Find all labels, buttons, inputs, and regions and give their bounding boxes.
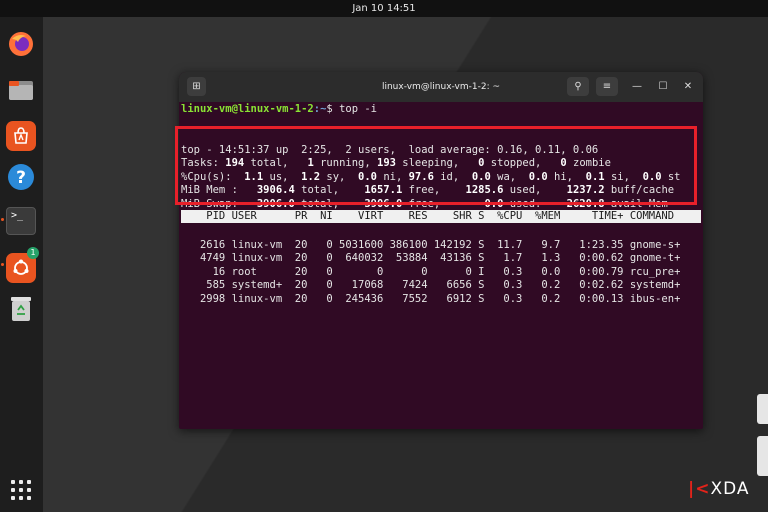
process-row: 4749 linux-vm 20 0 640032 53884 43136 S … (181, 252, 681, 264)
command-text: top -i (339, 103, 378, 115)
side-panel-edge (757, 394, 768, 424)
update-badge: 1 (27, 247, 39, 259)
minimize-icon: — (632, 81, 642, 92)
dock-firefox[interactable] (6, 29, 36, 59)
clock[interactable]: Jan 10 14:51 (352, 3, 415, 14)
window-title: linux-vm@linux-vm-1-2: ~ (381, 82, 501, 92)
dock-trash[interactable] (6, 293, 36, 323)
store-icon (14, 127, 28, 144)
dock-files[interactable] (6, 75, 36, 105)
hamburger-menu-icon: ≡ (602, 81, 612, 92)
process-row: 585 systemd+ 20 0 17068 7424 6656 S 0.3 … (181, 279, 681, 291)
cpu-line: %Cpu(s): 1.1 us, 1.2 sy, 0.0 ni, 97.6 id… (181, 170, 681, 183)
help-icon: ? (8, 164, 34, 190)
search-button[interactable]: ⚲ (567, 77, 589, 96)
tasks-line: Tasks: 194 total, 1 running, 193 sleepin… (181, 157, 611, 169)
swap-line: MiB Swap: 3906.0 total, 3906.0 free, 0.0… (181, 197, 668, 210)
process-row: 2998 linux-vm 20 0 245436 7552 6912 S 0.… (181, 292, 681, 305)
maximize-icon: ☐ (658, 81, 668, 92)
trash-icon (11, 297, 31, 321)
top-bar: Jan 10 14:51 (0, 0, 768, 17)
process-table-header: PID USER PR NI VIRT RES SHR S %CPU %MEM … (181, 210, 701, 223)
prompt-symbol: $ (326, 103, 340, 115)
menu-button[interactable]: ≡ (596, 77, 618, 96)
prompt-user: linux-vm@linux-vm-1-2 (181, 103, 314, 115)
uptime-line: top - 14:51:37 up 2:25, 2 users, load av… (181, 143, 599, 156)
mem-line: MiB Mem : 3906.4 total, 1657.1 free, 128… (181, 184, 675, 196)
process-row: 2616 linux-vm 20 0 5031600 386100 142192… (181, 238, 681, 251)
close-button[interactable]: ✕ (680, 79, 696, 95)
terminal-window[interactable]: ⊞ linux-vm@linux-vm-1-2: ~ ⚲ ≡ — ☐ ✕ lin… (179, 72, 703, 429)
updater-icon (13, 259, 29, 275)
terminal-header: ⊞ linux-vm@linux-vm-1-2: ~ ⚲ ≡ — ☐ ✕ (179, 72, 703, 102)
terminal-output[interactable]: linux-vm@linux-vm-1-2:~$ top -i top - 14… (181, 102, 703, 429)
maximize-button[interactable]: ☐ (655, 79, 671, 95)
dock-terminal[interactable]: >_ (6, 207, 36, 235)
prompt-path: :~ (313, 103, 327, 115)
side-panel-edge (757, 436, 768, 476)
folder-icon (9, 81, 33, 100)
xda-watermark: |<XDA (688, 479, 750, 499)
search-icon: ⚲ (574, 81, 582, 92)
dock: ? >_ 1 (0, 17, 43, 512)
terminal-icon: >_ (11, 210, 24, 221)
prompt-line: linux-vm@linux-vm-1-2:~$ top -i (181, 103, 377, 117)
process-list: 2616 linux-vm 20 0 5031600 386100 142192… (181, 225, 680, 333)
running-indicator (1, 263, 4, 266)
dock-app-center[interactable] (6, 121, 36, 151)
firefox-icon (9, 32, 33, 56)
close-icon: ✕ (683, 81, 693, 92)
show-apps-button[interactable] (11, 480, 31, 500)
process-row: 16 root 20 0 0 0 0 I 0.3 0.0 0:00.79 rcu… (181, 265, 681, 278)
minimize-button[interactable]: — (629, 79, 645, 95)
dock-help[interactable]: ? (6, 162, 36, 192)
svg-text:?: ? (16, 168, 26, 188)
running-indicator (1, 218, 4, 221)
